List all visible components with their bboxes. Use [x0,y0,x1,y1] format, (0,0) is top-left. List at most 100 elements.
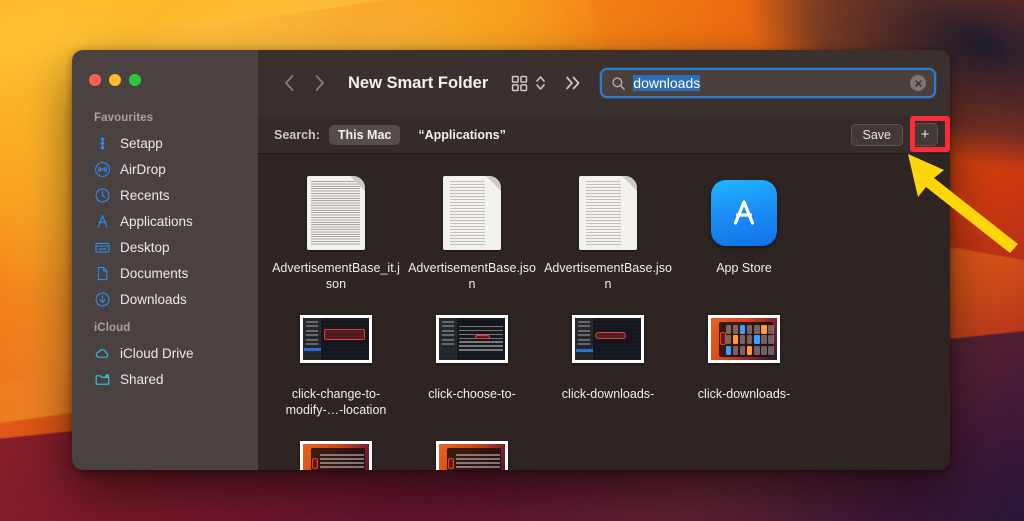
file-item[interactable]: click-change-to-modify-…-location [268,296,404,418]
sidebar-item-label: Downloads [120,291,187,307]
screenshot-sidebar [575,318,594,360]
file-item[interactable]: AdvertisementBase.json [404,170,540,292]
file-name: App Store [716,261,772,275]
toolbar-overflow-button[interactable] [556,68,590,98]
screenshot-thumbnail [708,315,780,363]
sidebar-item-applications[interactable]: Applications [72,208,258,234]
doc-fold [622,176,637,191]
finder-window: Favourites Setapp AirDrop Recents Applic… [72,50,950,470]
sidebar-item-label: Documents [120,265,189,281]
file-item[interactable]: click-choose-to- [404,296,540,418]
window-title: New Smart Folder [348,73,489,92]
file-name: AdvertisementBase.json [544,261,672,291]
file-name: AdvertisementBase_it.json [272,261,400,291]
search-icon [612,76,626,90]
forward-button[interactable] [304,68,334,98]
screenshot-content [711,318,777,360]
json-document-icon [443,176,501,250]
screenshot-sidebar [439,318,458,360]
finder-toolbar: New Smart Folder [258,50,950,116]
screenshot-selection [304,348,322,352]
sidebar-item-documents[interactable]: Documents [72,260,258,286]
file-thumbnail [711,174,777,252]
screenshot-thumbnail [436,441,508,470]
screenshot-rows [320,454,365,470]
screenshot-highlight [447,458,454,470]
add-search-criteria-button[interactable]: + [912,123,938,146]
file-grid[interactable]: AdvertisementBase_it.json AdvertisementB… [258,154,950,470]
sidebar-item-label: Shared [120,371,164,387]
screenshot-highlight [594,332,627,339]
chevron-up-down-icon [536,76,546,90]
file-item[interactable]: click-downloads- [676,296,812,418]
sidebar-item-label: Desktop [120,239,170,255]
file-name: click-downloads- [697,387,791,401]
grid-view-icon [511,75,528,91]
sidebar-section-icloud-title: iCloud [94,322,131,334]
sidebar-item-airdrop[interactable]: AirDrop [72,156,258,182]
file-thumbnail [579,174,637,252]
file-item[interactable]: click-downloads- [268,422,404,470]
screenshot-thumbnail [300,441,372,470]
sidebar-item-label: Recents [120,187,170,203]
file-name: click-change-to-modify-…-location [285,387,387,417]
document-icon [97,266,108,280]
cloud-icon [95,348,109,358]
screenshot-highlight [475,334,490,340]
sidebar-section-favourites-title: Favourites [94,112,154,124]
file-item[interactable]: click-downloads- [404,422,540,470]
zoom-button[interactable] [129,74,141,86]
app-store-icon [711,180,777,246]
minimize-button[interactable] [109,74,121,86]
screenshot-content [303,444,369,470]
file-thumbnail [436,300,508,378]
sidebar-item-setapp[interactable]: Setapp [72,130,258,156]
screenshot-content [303,318,369,360]
chevron-left-icon [284,75,293,91]
sidebar-item-downloads[interactable]: Downloads [72,286,258,312]
screenshot-highlight [719,332,726,345]
sidebar-item-icloud-drive[interactable]: iCloud Drive [72,340,258,366]
back-button[interactable] [274,68,304,98]
save-search-button[interactable]: Save [850,123,903,146]
sidebar-item-recents[interactable]: Recents [72,182,258,208]
view-options-button[interactable] [533,68,548,98]
doc-fold [486,176,501,191]
file-item[interactable]: AdvertisementBase_it.json [268,170,404,292]
file-thumbnail [443,174,501,252]
search-input[interactable] [633,75,910,91]
scope-this-mac[interactable]: This Mac [328,124,401,145]
sidebar-item-label: Applications [120,213,193,229]
setapp-icon [100,136,105,150]
screenshot-content [439,444,505,470]
search-field[interactable] [600,68,936,98]
sidebar-item-label: Setapp [120,135,163,151]
clear-search-button[interactable] [910,75,926,91]
screenshot-content [439,318,505,360]
file-name: click-choose-to- [428,387,516,401]
screenshot-sidebar [303,318,322,360]
scope-applications[interactable]: “Applications” [409,125,515,145]
file-item[interactable]: App Store [676,170,812,292]
file-name: click-downloads- [561,387,655,401]
screenshot-highlight [311,458,318,470]
app-store-glyph [733,200,755,225]
close-button[interactable] [89,74,101,86]
sidebar-item-shared[interactable]: Shared [72,366,258,392]
view-grid-button[interactable] [506,68,532,98]
screenshot-app-grid [725,324,774,355]
download-icon [95,291,110,307]
desktop-icon [95,242,110,253]
double-chevron-right-icon [566,76,580,90]
json-document-icon [579,176,637,250]
search-scope-label: Search: [274,127,320,142]
sidebar-item-desktop[interactable]: Desktop [72,234,258,260]
file-item[interactable]: click-downloads- [540,296,676,418]
screenshot-rows [456,454,501,470]
file-name: AdvertisementBase.json [408,261,536,291]
applications-icon [97,214,108,228]
screenshot-thumbnail [436,315,508,363]
screenshot-thumbnail [300,315,372,363]
file-item[interactable]: AdvertisementBase.json [540,170,676,292]
file-thumbnail [572,300,644,378]
